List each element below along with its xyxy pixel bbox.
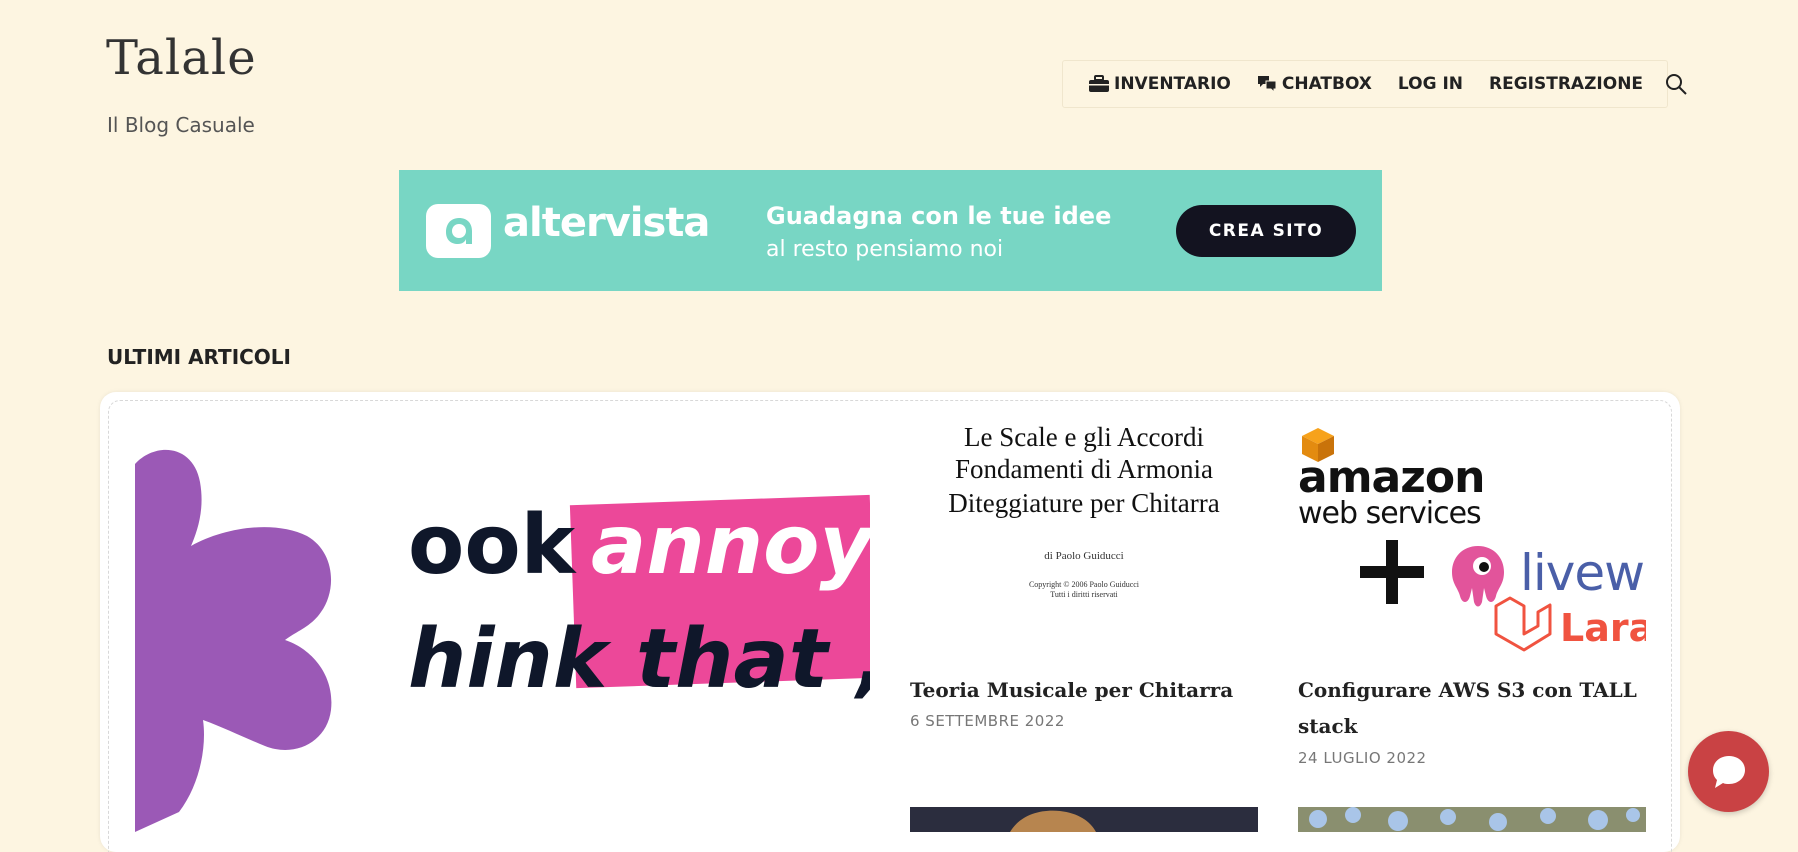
site-tagline: Il Blog Casuale [107,113,255,137]
post-date: 6 SETTEMBRE 2022 [910,712,1065,730]
crea-sito-button[interactable]: CREA SITO [1176,205,1356,257]
post-thumbnail[interactable]: Le Scale e gli Accordi Fondamenti di Arm… [910,422,1258,622]
site-title[interactable]: Talale [106,30,257,86]
post-thumbnail[interactable] [1298,807,1646,832]
post-thumbnail[interactable] [910,807,1258,832]
nav-item-chatbox[interactable]: CHATBOX [1257,74,1372,94]
thumb-copyright: Copyright © 2006 Paolo Guiducci [1028,580,1140,589]
thumb-author: di Paolo Guiducci [1044,550,1124,562]
altervista-banner[interactable]: altervista Guadagna con le tue idee al r… [399,170,1382,291]
nav-item-label: LOG IN [1397,74,1464,94]
plus-icon [1360,540,1424,604]
featured-article-image[interactable]: ook annoy hink that , [135,412,870,832]
thumbnail-graphic [1010,810,1096,832]
banner-subline: al resto pensiamo noi [766,237,1004,262]
banner-headline: Guadagna con le tue idee [766,202,1112,230]
featured-text-line1: ook [408,498,576,593]
post-date: 24 LUGLIO 2022 [1298,749,1427,767]
nav-item-inventario[interactable]: INVENTARIO [1089,74,1231,94]
thumbnail-graphic [1309,807,1640,831]
post-title[interactable]: Teoria Musicale per Chitarra [910,672,1258,708]
post-thumbnail[interactable]: amazon web services livew Lara [1298,422,1646,662]
altervista-logo-text: altervista [503,200,710,246]
chat-icon [1257,76,1277,93]
nav-item-label: INVENTARIO [1114,74,1231,94]
featured-text-line2: hink that , [408,612,870,707]
thumb-line: Le Scale e gli Accordi [964,422,1204,452]
nav-item-login[interactable]: LOG IN [1398,74,1463,94]
laravel-icon [1494,596,1552,652]
thumb-line: Diteggiature per Chitarra [948,488,1220,518]
nav-item-label: REGISTRAZIONE [1489,74,1644,94]
search-icon [1666,74,1687,95]
chat-button[interactable] [1688,731,1769,812]
main-nav: INVENTARIO CHATBOX LOG IN REGISTRAZIONE [1062,60,1687,108]
thumb-webservices: web services [1298,496,1482,531]
search-button[interactable] [1665,73,1687,95]
chat-bubble-icon [1712,755,1745,788]
thumb-line: Fondamenti di Armonia [955,454,1213,484]
featured-text-highlight: annoy [591,498,870,593]
altervista-logo-icon [426,204,491,258]
briefcase-icon [1089,75,1109,92]
thumb-rights: Tutti i diritti riservati [1050,590,1118,599]
nav-item-label: CHATBOX [1281,74,1372,94]
post-title[interactable]: Configurare AWS S3 con TALL stack [1298,672,1646,744]
nav-item-registrazione[interactable]: REGISTRAZIONE [1489,74,1643,94]
section-title: ULTIMI ARTICOLI [107,345,291,369]
thumb-laravel: Lara [1560,606,1646,650]
